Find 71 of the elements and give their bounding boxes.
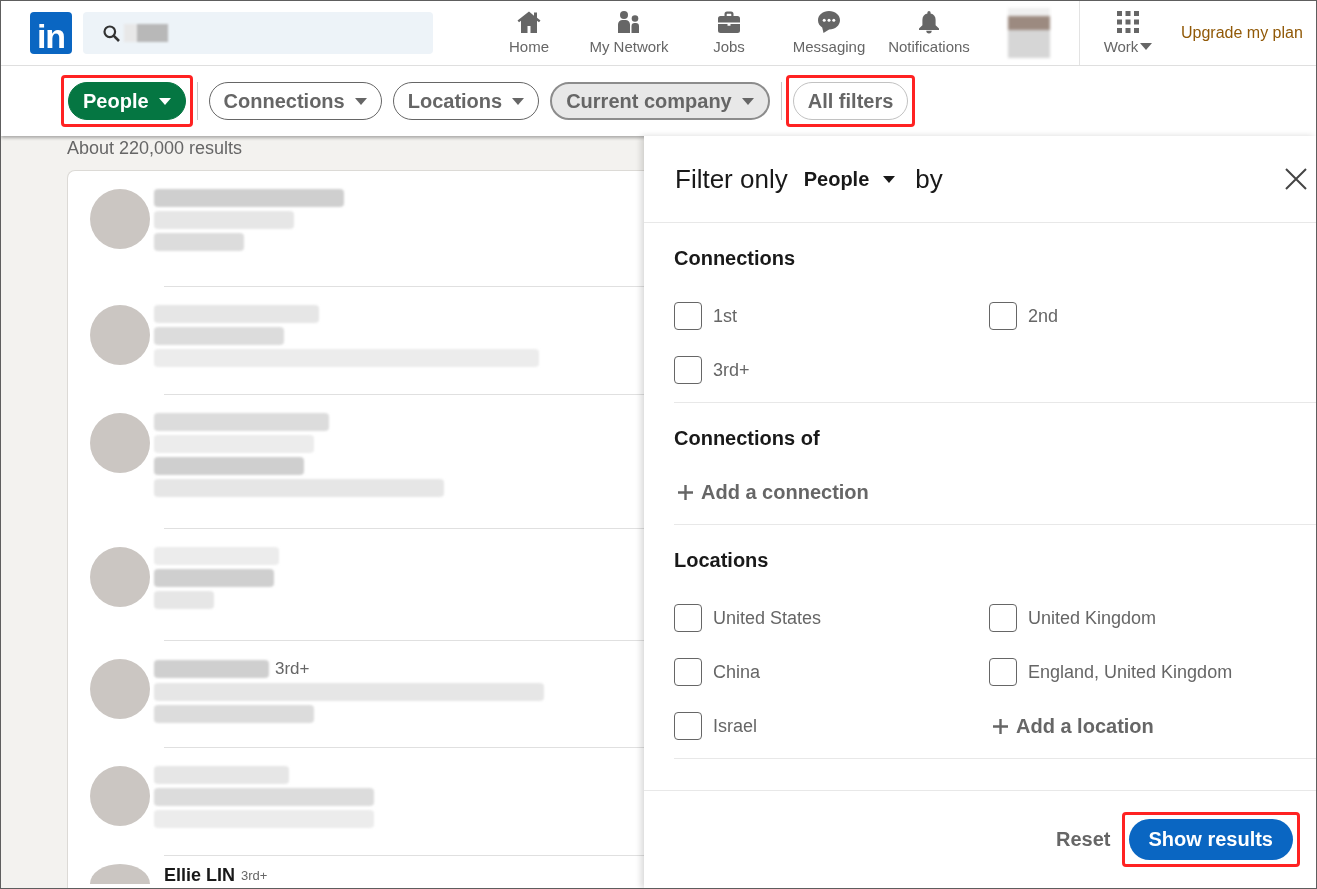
work-label: Work xyxy=(1103,38,1139,55)
filter-pill[interactable]: Current company xyxy=(550,82,770,120)
connection-degree: 3rd+ xyxy=(275,659,310,679)
filter-pill[interactable]: Locations xyxy=(392,82,540,120)
results-count: About 220,000 results xyxy=(67,137,244,160)
nav-item[interactable]: Home xyxy=(479,1,579,65)
briefcase-icon xyxy=(717,10,741,34)
checkbox[interactable] xyxy=(674,356,702,384)
section-title: Locations xyxy=(674,548,770,573)
section-title: Connections xyxy=(674,246,797,271)
add-link[interactable]: Add a location xyxy=(989,714,1154,738)
nav-item[interactable]: My Network xyxy=(579,1,679,65)
checkbox[interactable] xyxy=(989,604,1017,632)
work-menu[interactable]: Work xyxy=(1080,1,1176,65)
bell-icon xyxy=(917,10,941,34)
filter-pill[interactable]: People xyxy=(68,82,186,120)
grid-icon xyxy=(1116,10,1140,34)
close-icon[interactable] xyxy=(1285,168,1307,190)
connection-degree: 3rd+ xyxy=(241,867,268,883)
checkbox[interactable] xyxy=(674,658,702,686)
people-icon xyxy=(617,10,641,34)
checkbox-label[interactable]: United Kingdom xyxy=(1028,607,1157,629)
caret-icon xyxy=(741,97,754,105)
caret-icon xyxy=(883,175,896,183)
caret-icon xyxy=(1140,43,1153,50)
checkbox-label[interactable]: England, United Kingdom xyxy=(1028,661,1233,683)
speech-bubble-icon xyxy=(817,10,841,34)
avatar-placeholder xyxy=(90,659,150,719)
house-icon xyxy=(517,10,541,34)
avatar-placeholder xyxy=(90,864,150,884)
checkbox-label[interactable]: China xyxy=(713,661,761,683)
search-field[interactable] xyxy=(83,12,433,54)
nav-item[interactable]: Notifications xyxy=(879,1,979,65)
photo-placeholder[interactable] xyxy=(1008,8,1050,58)
search-icon xyxy=(103,24,120,42)
all-filters-button[interactable]: All filters xyxy=(792,82,909,120)
blurred-text xyxy=(154,591,214,609)
person-name[interactable]: Ellie LIN xyxy=(164,864,235,886)
caret-icon xyxy=(354,97,367,105)
add-link[interactable]: Add a connection xyxy=(674,481,869,506)
filter-pill[interactable]: Connections xyxy=(208,82,382,120)
checkbox[interactable] xyxy=(989,658,1017,686)
checkbox[interactable] xyxy=(674,604,702,632)
checkbox-label[interactable]: 2nd xyxy=(1028,305,1059,327)
checkbox-label[interactable]: 1st xyxy=(713,305,737,327)
checkbox-label[interactable]: Israel xyxy=(713,715,757,737)
avatar-placeholder xyxy=(90,305,150,365)
blurred-text xyxy=(124,24,168,42)
type-dropdown[interactable]: People xyxy=(803,167,896,191)
panel-title: Filter only xyxy=(675,163,788,195)
checkbox-label[interactable]: United States xyxy=(713,607,822,629)
plus-icon xyxy=(678,485,693,500)
plus-icon xyxy=(993,718,1008,734)
checkbox-label[interactable]: 3rd+ xyxy=(713,359,750,381)
upgrade-link[interactable]: Upgrade my plan xyxy=(1181,24,1303,42)
checkbox[interactable] xyxy=(674,712,702,740)
nav-item[interactable]: Messaging xyxy=(779,1,879,65)
avatar-placeholder xyxy=(90,189,150,249)
checkbox[interactable] xyxy=(989,302,1017,330)
logo[interactable]: in xyxy=(30,12,72,54)
show-results-button[interactable]: Show results xyxy=(1128,819,1293,860)
avatar-placeholder xyxy=(90,766,150,826)
caret-icon xyxy=(158,97,171,105)
nav-item[interactable]: Jobs xyxy=(679,1,779,65)
panel-title: by xyxy=(915,163,943,195)
checkbox[interactable] xyxy=(674,302,702,330)
caret-icon xyxy=(512,97,525,105)
section-title: Connections of xyxy=(674,426,821,451)
reset-button[interactable]: Reset xyxy=(1056,828,1111,851)
avatar-placeholder xyxy=(90,547,150,607)
avatar-placeholder xyxy=(90,413,150,473)
